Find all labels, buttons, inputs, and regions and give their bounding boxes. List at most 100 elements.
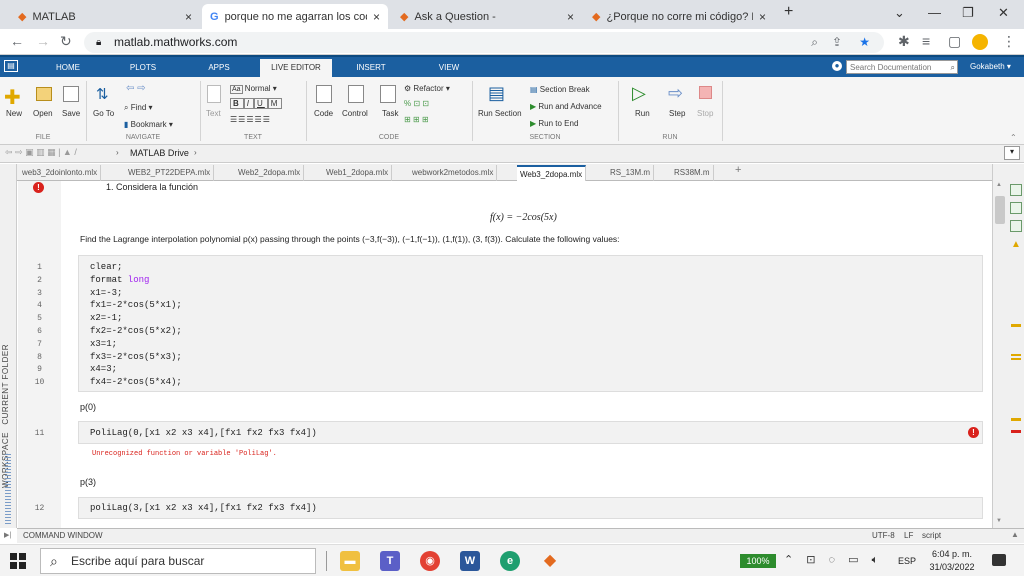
chevron-down-icon[interactable]: ▾ <box>1004 146 1020 160</box>
current-folder-tab[interactable]: CURRENT FOLDER <box>1 344 10 425</box>
expand-icon[interactable]: ▶| <box>4 531 11 539</box>
path-nav-icons[interactable]: ⇦ ⇨ ▣ ▥ ▦ | ▲ / <box>5 147 77 158</box>
url-input[interactable]: 🔒︎ matlab.mathworks.com ⌕ ⇪ ★ <box>84 32 884 53</box>
stop-button[interactable]: Stop <box>697 109 713 118</box>
code-block-1[interactable] <box>78 255 983 392</box>
save-disk-icon[interactable] <box>63 86 79 102</box>
tab-home[interactable]: HOME <box>38 59 98 77</box>
file-tab-active[interactable]: Web3_2dopa.mlx <box>517 165 587 181</box>
marker-warning[interactable] <box>1011 354 1021 356</box>
collapse-ribbon-icon[interactable]: ⌃ <box>1010 133 1017 142</box>
control-icon[interactable] <box>348 85 364 103</box>
browser-tab-google[interactable]: G porque no me agarran los codig × <box>202 4 388 29</box>
run-icon[interactable]: ▷ <box>632 83 646 104</box>
profile-avatar[interactable] <box>972 34 988 50</box>
file-tab[interactable]: web3_2doinlonto.mlx <box>19 165 102 181</box>
command-window-bar[interactable]: ▶| COMMAND WINDOW UTF-8 LF script ▲ <box>4 528 1024 543</box>
chrome-icon[interactable]: ◉ <box>420 551 440 571</box>
close-icon[interactable]: × <box>567 10 574 24</box>
file-tab[interactable]: RS_13M.m <box>607 165 655 181</box>
matlab-app-icon[interactable]: ◆ <box>540 551 560 571</box>
hide-code-icon[interactable] <box>1010 220 1022 232</box>
goto-icon[interactable]: ⇅ <box>96 85 109 103</box>
scroll-down-icon[interactable]: ▼ <box>996 518 1002 524</box>
minimize-icon[interactable]: — <box>928 5 941 20</box>
restore-icon[interactable]: ❐ <box>962 5 974 21</box>
search-icon[interactable]: ⌕ <box>951 61 955 75</box>
add-tab-icon[interactable]: + <box>735 164 741 176</box>
code-icon[interactable] <box>316 85 332 103</box>
teams-icon[interactable]: T <box>380 551 400 571</box>
file-tab[interactable]: RS38M.m <box>671 165 714 181</box>
list-icon[interactable]: ☰☰☰☰☰ <box>230 115 271 124</box>
control-button[interactable]: Control <box>342 109 368 118</box>
notifications-icon[interactable] <box>992 554 1006 566</box>
new-plus-icon[interactable]: ✚ <box>4 85 21 110</box>
underline-icon[interactable]: U <box>254 98 268 109</box>
open-folder-icon[interactable] <box>36 87 52 101</box>
stop-icon[interactable] <box>699 86 712 99</box>
refactor-button[interactable]: ⚙ Refactor ▾ <box>404 84 450 93</box>
marker-warning[interactable] <box>1011 324 1021 327</box>
extensions-icon[interactable]: ✱ <box>898 33 910 50</box>
reading-list-icon[interactable]: ≡ <box>922 33 930 49</box>
run-section-icon[interactable]: ▤ <box>488 83 505 104</box>
tab-search-icon[interactable]: ⌄ <box>894 5 905 21</box>
reload-icon[interactable]: ↻ <box>60 33 72 50</box>
error-marker-icon[interactable]: ! <box>33 182 44 193</box>
error-icon[interactable]: ! <box>968 427 979 438</box>
windows-start-icon[interactable] <box>10 553 26 569</box>
run-button[interactable]: Run <box>635 109 650 118</box>
format-buttons[interactable]: BIUM <box>230 98 283 109</box>
tab-insert[interactable]: INSERT <box>340 59 402 77</box>
layout-icon[interactable]: ▤ <box>4 60 18 72</box>
monospace-icon[interactable]: M <box>267 98 283 109</box>
file-tab[interactable]: Web2_2dopa.mlx <box>235 165 305 181</box>
file-tab[interactable]: webwork2metodos.mlx <box>409 165 498 181</box>
help-icon[interactable]: ● <box>832 61 842 71</box>
forward-icon[interactable]: → <box>36 33 50 49</box>
new-tab-button[interactable]: + <box>784 3 793 21</box>
back-icon[interactable]: ← <box>10 33 24 49</box>
tab-view[interactable]: VIEW <box>418 59 480 77</box>
scroll-thumb[interactable] <box>995 196 1005 224</box>
save-button[interactable]: Save <box>62 109 80 118</box>
section-break-button[interactable]: ▤ Section Break <box>530 85 590 94</box>
text-insert-icon[interactable] <box>207 85 221 103</box>
scroll-up-icon[interactable]: ▲ <box>996 182 1002 188</box>
zoom-icon[interactable]: ⌕ <box>811 32 818 53</box>
new-button[interactable]: New <box>6 109 22 118</box>
task-button[interactable]: Task <box>382 109 398 118</box>
run-end-button[interactable]: ▶ Run to End <box>530 119 578 128</box>
collapse-icon[interactable]: ▲ <box>1011 530 1019 539</box>
run-section-button[interactable]: Run Section <box>478 109 522 118</box>
path-folder[interactable]: MATLAB Drive <box>130 148 189 158</box>
comment-icon[interactable]: % ⊡ ⊡ <box>404 99 429 108</box>
browser-tab-ask[interactable]: ◆ Ask a Question - × <box>392 4 582 29</box>
tray-icons[interactable]: ⌃ ⊡ ◌ ▭ 🔈︎ <box>784 553 883 567</box>
tab-apps[interactable]: APPS <box>190 59 248 77</box>
step-button[interactable]: Step <box>669 109 685 118</box>
marker-warning[interactable] <box>1011 418 1021 421</box>
style-dropdown[interactable]: Aa Normal ▾ <box>230 84 277 94</box>
close-icon[interactable]: × <box>185 10 192 24</box>
step-icon[interactable]: ⇨ <box>668 83 683 104</box>
run-advance-button[interactable]: ▶ Run and Advance <box>530 102 602 111</box>
task-icon[interactable] <box>380 85 396 103</box>
user-menu[interactable]: Gokabeth ▾ <box>970 59 1011 75</box>
browser-tab-matlab[interactable]: ◆ MATLAB × <box>10 4 200 29</box>
italic-icon[interactable]: I <box>243 98 255 109</box>
close-icon[interactable]: × <box>759 10 766 24</box>
marker-error[interactable] <box>1011 430 1021 433</box>
bold-icon[interactable]: B <box>230 98 244 109</box>
language-indicator[interactable]: ESP <box>898 556 916 566</box>
open-button[interactable]: Open <box>33 109 53 118</box>
taskbar-search-input[interactable]: ⌕ Escribe aquí para buscar <box>40 548 316 574</box>
file-explorer-icon[interactable]: ▬ <box>340 551 360 571</box>
back-forward-icon[interactable]: ⇦ ⇨ <box>126 83 146 94</box>
close-icon[interactable]: × <box>373 10 380 24</box>
bookmark-button[interactable]: ▮ Bookmark ▾ <box>124 120 173 129</box>
code-button[interactable]: Code <box>314 109 333 118</box>
share-icon[interactable]: ⇪ <box>832 32 842 53</box>
menu-icon[interactable]: ⋮ <box>1002 33 1016 50</box>
